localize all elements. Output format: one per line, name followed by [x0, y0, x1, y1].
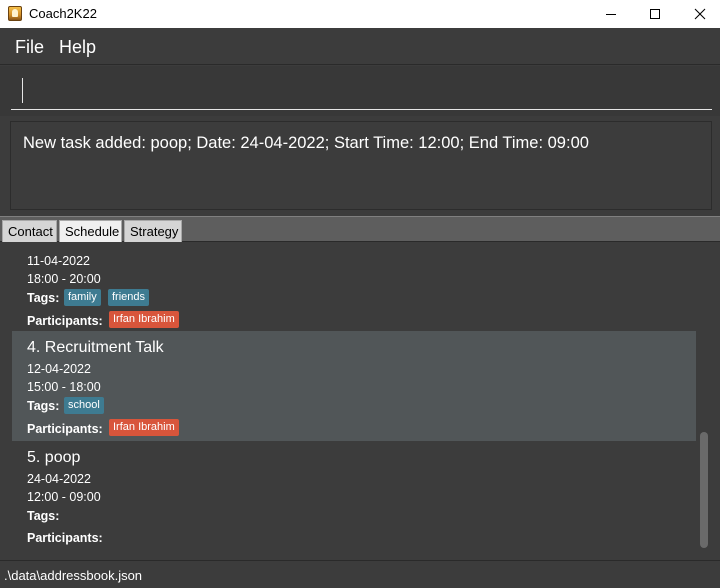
maximize-icon [650, 9, 660, 19]
task-title: 4. Recruitment Talk [27, 339, 164, 356]
tab-bar: Contact Schedule Strategy [0, 216, 720, 242]
app-icon [8, 6, 22, 21]
tags-label: Tags: [27, 509, 60, 523]
schedule-list[interactable]: 11-04-2022 18:00 - 20:00 Tags: family fr… [12, 252, 696, 550]
text-caret [22, 78, 23, 103]
participants-label: Participants: [27, 314, 103, 328]
minimize-button[interactable] [588, 0, 634, 28]
task-title: 5. poop [27, 449, 81, 466]
menu-file[interactable]: File [15, 37, 44, 58]
result-message: New task added: poop; Date: 24-04-2022; … [23, 134, 589, 152]
task-time: 18:00 - 20:00 [27, 272, 101, 286]
command-input[interactable] [11, 72, 712, 110]
tab-contact[interactable]: Contact [2, 220, 57, 242]
scrollbar-thumb[interactable] [700, 432, 708, 548]
participants-label: Participants: [27, 422, 103, 436]
window-title: Coach2K22 [29, 6, 97, 21]
participant-chip: Irfan Ibrahim [109, 419, 179, 436]
tag-chip: friends [108, 289, 150, 306]
close-icon [694, 8, 706, 20]
participant-chip: Irfan Ibrahim [109, 311, 179, 328]
menu-help[interactable]: Help [59, 37, 96, 58]
menu-bar: File Help [0, 28, 720, 65]
result-display: New task added: poop; Date: 24-04-2022; … [10, 121, 712, 210]
task-date: 24-04-2022 [27, 472, 91, 486]
task-card[interactable]: 4. Recruitment Talk 12-04-2022 15:00 - 1… [12, 331, 696, 441]
task-date: 11-04-2022 [27, 254, 91, 268]
maximize-button[interactable] [632, 0, 678, 28]
close-button[interactable] [677, 0, 720, 28]
schedule-panel: 11-04-2022 18:00 - 20:00 Tags: family fr… [0, 242, 720, 560]
save-location: .\data\addressbook.json [4, 568, 143, 583]
minimize-icon [606, 13, 616, 15]
tab-strategy[interactable]: Strategy [124, 220, 182, 242]
status-bar: .\data\addressbook.json [0, 560, 720, 588]
task-date: 12-04-2022 [27, 362, 91, 376]
task-time: 15:00 - 18:00 [27, 380, 101, 394]
list-scrollbar[interactable] [698, 252, 710, 550]
task-card[interactable]: 5. poop 24-04-2022 12:00 - 09:00 Tags: P… [12, 441, 696, 550]
tag-chip: school [64, 397, 104, 414]
tag-chip: family [64, 289, 101, 306]
command-box [0, 66, 720, 116]
task-time: 12:00 - 09:00 [27, 490, 101, 504]
tags-label: Tags: [27, 291, 60, 305]
participants-label: Participants: [27, 531, 103, 545]
title-bar: Coach2K22 [0, 0, 720, 28]
tags-label: Tags: [27, 399, 60, 413]
tab-schedule[interactable]: Schedule [59, 220, 122, 242]
